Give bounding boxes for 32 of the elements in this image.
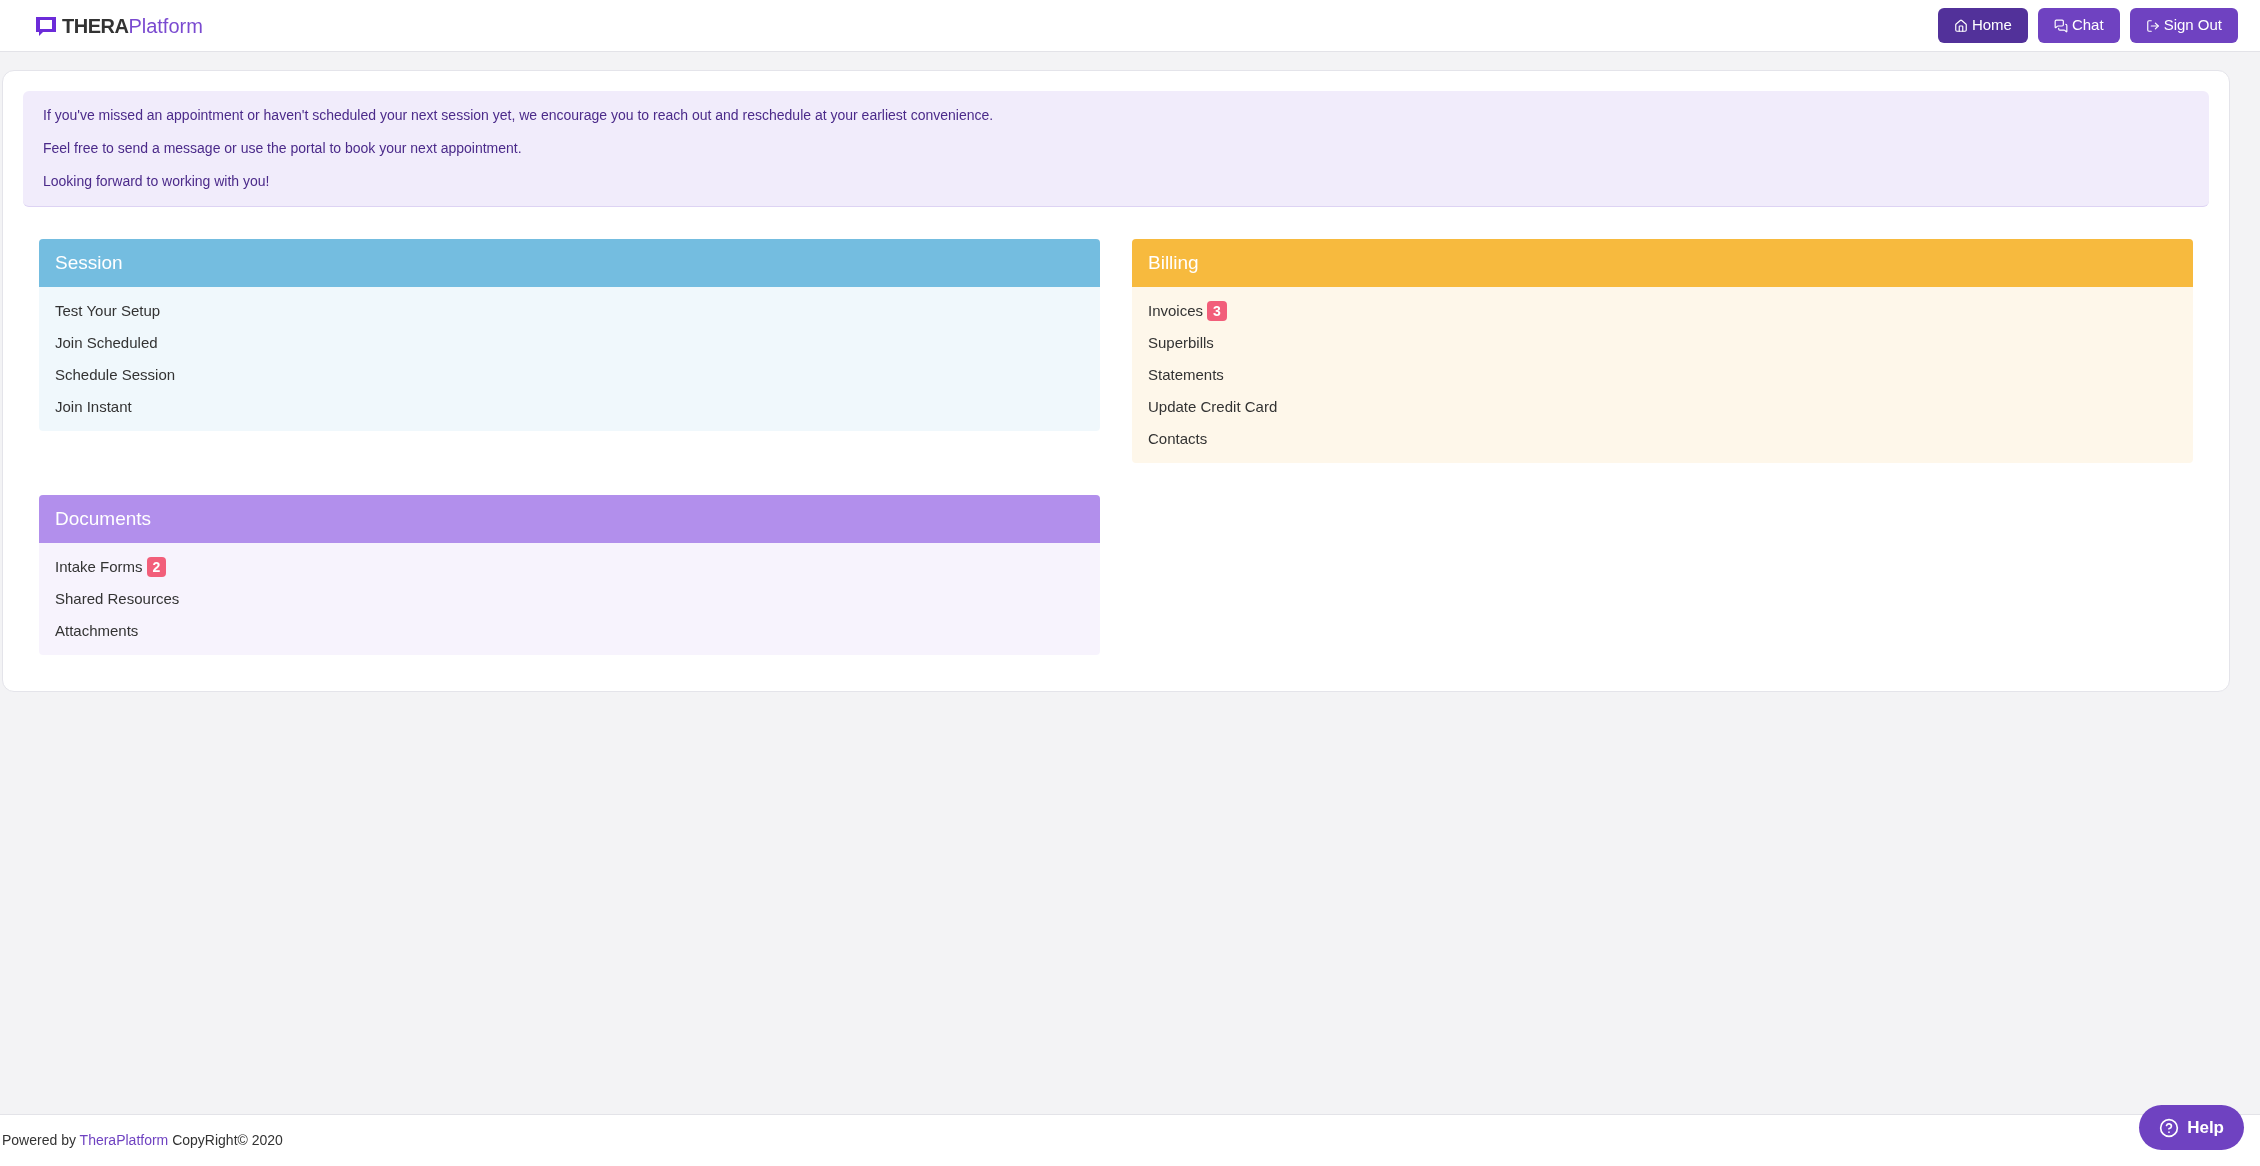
panel-header: Billing [1132, 239, 2193, 287]
sign-out-icon [2145, 18, 2160, 33]
count-badge: 3 [1207, 301, 1227, 321]
panel-header: Documents [39, 495, 1100, 543]
footer-text: Powered by TheraPlatform CopyRight© 2020 [2, 1131, 283, 1150]
notice-text: Feel free to send a message or use the portal to book your next appointment. [43, 139, 523, 158]
panel-link[interactable]: Attachments [55, 619, 139, 643]
screen-logo-icon [34, 14, 58, 37]
panel-link[interactable]: Statements [1148, 363, 1224, 387]
panel-link[interactable]: Test Your Setup [55, 299, 161, 323]
count-badge: 2 [146, 557, 167, 577]
nav-button[interactable]: Home [1937, 8, 2028, 43]
panel-link[interactable]: Intake Forms [55, 555, 143, 579]
panel-link[interactable]: Contacts [1148, 427, 1208, 451]
panel-link[interactable]: Schedule Session [55, 363, 176, 387]
nav-button[interactable]: Chat [2037, 8, 2120, 43]
notice-text: Looking forward to working with you! [43, 172, 271, 191]
notice-text: If you've missed an appointment or haven't scheduled your next session yet, we encourage you to reach out and reschedule at your earliest convenience. [43, 106, 995, 125]
help-icon [2159, 1117, 2180, 1138]
panel-link[interactable]: Join Scheduled [55, 331, 158, 355]
panel-link[interactable]: Invoices [1148, 299, 1204, 323]
home-icon [1953, 18, 1968, 33]
panel-link[interactable]: Shared Resources [55, 587, 180, 611]
panel-header: Session [39, 239, 1100, 287]
panel-link[interactable]: Join Instant [55, 395, 132, 419]
chat-icon [2053, 18, 2068, 33]
panel-link[interactable]: Superbills [1148, 331, 1214, 355]
footer-link[interactable]: TheraPlatform [79, 1132, 169, 1148]
logo[interactable]: THERAPlatform [34, 10, 203, 41]
nav-button[interactable]: Sign Out [2129, 8, 2238, 43]
help-button[interactable]: Help [2139, 1105, 2244, 1150]
panel-link[interactable]: Update Credit Card [1148, 395, 1278, 419]
